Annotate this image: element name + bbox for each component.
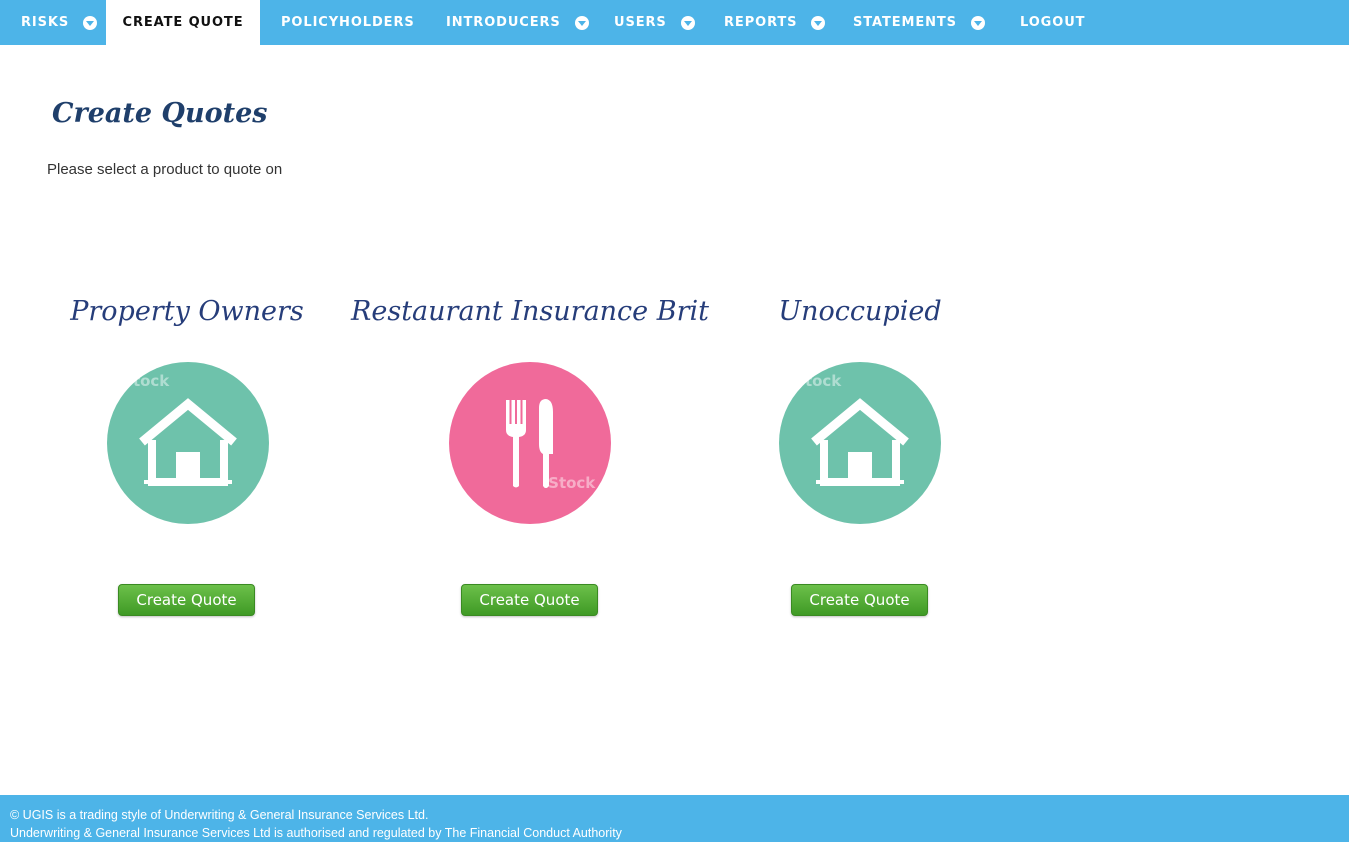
- nav-item-label: USERS: [614, 15, 667, 30]
- chevron-down-icon: [811, 15, 826, 30]
- nav-item-statements[interactable]: STATEMENTS: [853, 0, 985, 45]
- house-icon[interactable]: iStock: [779, 362, 941, 524]
- chevron-down-icon: [83, 15, 98, 30]
- chevron-down-icon: [970, 15, 985, 30]
- house-icon-graphic: [107, 362, 269, 524]
- nav-item-label: POLICYHOLDERS: [281, 15, 415, 30]
- footer-copyright: © UGIS is a trading style of Underwritin…: [10, 808, 429, 822]
- product-title-unoccupied: Unoccupied: [778, 296, 942, 327]
- page-title: Create Quotes: [52, 98, 268, 129]
- nav-item-label: INTRODUCERS: [446, 15, 561, 30]
- nav-item-policyholders[interactable]: POLICYHOLDERS: [281, 0, 415, 45]
- nav-item-risks[interactable]: RISKS: [21, 0, 98, 45]
- create-quote-button-restaurant[interactable]: Create Quote: [461, 584, 598, 616]
- product-title-property-owners: Property Owners: [70, 296, 304, 327]
- nav-item-label: RISKS: [21, 15, 70, 30]
- top-nav: RISKS CREATE QUOTE POLICYHOLDERS INTRODU…: [0, 0, 1349, 45]
- nav-item-label: LOGOUT: [1020, 15, 1086, 30]
- nav-item-label: CREATE QUOTE: [122, 15, 244, 30]
- house-icon[interactable]: iStock: [107, 362, 269, 524]
- chevron-down-icon: [680, 15, 695, 30]
- fork-knife-icon-graphic: [449, 362, 611, 524]
- nav-item-users[interactable]: USERS: [614, 0, 695, 45]
- create-quote-button-unoccupied[interactable]: Create Quote: [791, 584, 928, 616]
- page-subtitle: Please select a product to quote on: [47, 161, 283, 178]
- nav-item-logout[interactable]: LOGOUT: [1020, 0, 1085, 45]
- chevron-down-icon: [574, 15, 589, 30]
- product-title-restaurant: Restaurant Insurance Brit: [351, 296, 709, 327]
- footer-regulation: Underwriting & General Insurance Service…: [10, 826, 622, 840]
- fork-knife-icon[interactable]: iStock: [449, 362, 611, 524]
- footer: © UGIS is a trading style of Underwritin…: [0, 795, 1349, 842]
- nav-item-create-quote[interactable]: CREATE QUOTE: [106, 0, 260, 45]
- nav-item-label: REPORTS: [724, 15, 798, 30]
- create-quote-button-property-owners[interactable]: Create Quote: [118, 584, 255, 616]
- nav-item-reports[interactable]: REPORTS: [724, 0, 826, 45]
- nav-item-label: STATEMENTS: [853, 15, 957, 30]
- house-icon-graphic: [779, 362, 941, 524]
- nav-item-introducers[interactable]: INTRODUCERS: [446, 0, 589, 45]
